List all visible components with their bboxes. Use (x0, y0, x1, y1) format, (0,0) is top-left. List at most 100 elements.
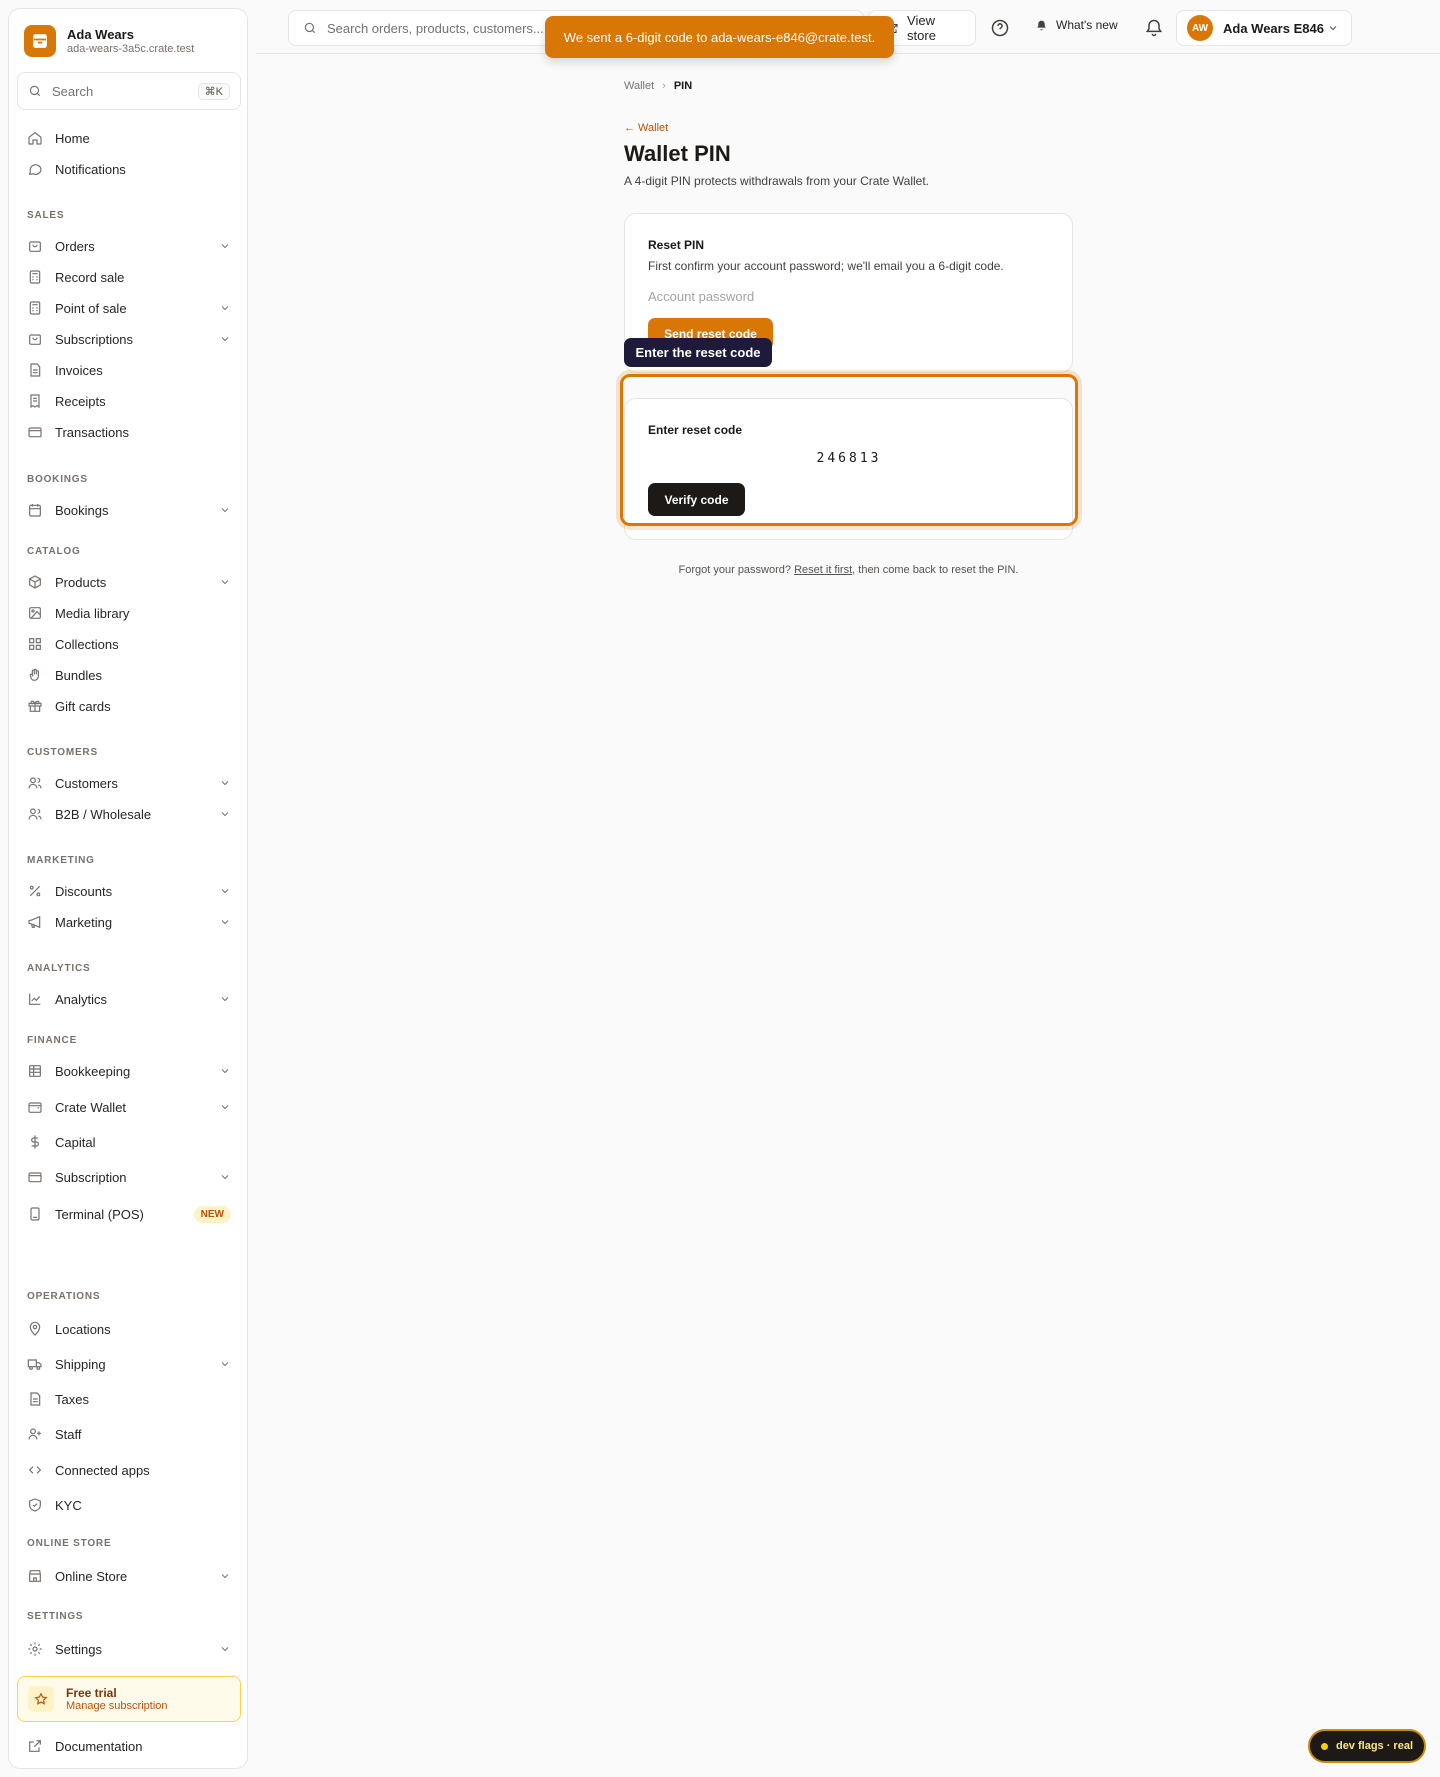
sidebar-item-marketing[interactable]: Marketing (17, 907, 241, 937)
chevron-down-icon (221, 1175, 229, 1180)
chevron-down-icon (221, 1105, 229, 1110)
sidebar-item-bookkeeping[interactable]: Bookkeeping (17, 1056, 241, 1086)
reset-password-link[interactable]: Reset it first (794, 564, 852, 576)
sidebar-item-bookings[interactable]: Bookings (17, 495, 241, 525)
help-icon[interactable] (990, 18, 1010, 38)
sidebar-item-locations[interactable]: Locations (17, 1314, 241, 1344)
sidebar-item-kyc[interactable]: KYC (17, 1490, 241, 1520)
account-menu[interactable]: AW Ada Wears E846 (1176, 10, 1352, 46)
chevron-down-icon (221, 508, 229, 513)
search-shortcut: ⌘K (197, 82, 230, 100)
sidebar-item-point-of-sale[interactable]: Point of sale (17, 293, 241, 323)
search-icon (29, 85, 41, 97)
credit-card-icon (28, 427, 42, 438)
sidebar-item-receipts[interactable]: Receipts (17, 386, 241, 416)
sidebar-item-shipping[interactable]: Shipping (17, 1349, 241, 1379)
chevron-down-icon (221, 1647, 229, 1652)
storefront-icon (29, 1570, 41, 1582)
chevron-down-icon (221, 781, 229, 786)
manage-subscription-link[interactable]: Manage subscription (66, 1700, 168, 1713)
sidebar-item-orders[interactable]: Orders (17, 231, 241, 261)
reset-pin-description: First confirm your account password; we'… (648, 259, 1004, 273)
store-logo-icon (24, 25, 56, 57)
section-sales: SALES (27, 210, 65, 221)
forgot-password-note: Forgot your password? Reset it first, th… (678, 564, 1019, 576)
dev-flags-pill[interactable]: dev flags · real (1308, 1729, 1426, 1763)
search-icon (304, 22, 316, 34)
external-link-icon (29, 1740, 41, 1752)
sidebar-item-customers[interactable]: Customers (17, 768, 241, 798)
back-to-wallet-link[interactable]: ← Wallet (624, 122, 668, 134)
breadcrumb: Wallet › PIN (624, 80, 692, 92)
section-bookings: BOOKINGS (27, 474, 88, 485)
grid-icon (29, 638, 41, 650)
section-catalog: CATALOG (27, 546, 81, 557)
bell-filled-icon (1037, 20, 1046, 30)
status-dot-icon (1320, 1742, 1328, 1750)
sidebar-item-notifications[interactable]: Notifications (17, 154, 241, 184)
account-password-field[interactable] (648, 285, 1048, 307)
sidebar-item-bundles[interactable]: Bundles (17, 660, 241, 690)
sidebar-item-terminal[interactable]: Terminal (POS) NEW (17, 1199, 241, 1229)
shopping-bag-icon (29, 241, 41, 252)
percent-icon (29, 885, 41, 897)
sidebar-item-taxes[interactable]: Taxes (17, 1384, 241, 1414)
sidebar-item-invoices[interactable]: Invoices (17, 355, 241, 385)
dollar-icon (31, 1135, 39, 1149)
store-domain: ada-wears-3a5c.crate.test (67, 42, 195, 55)
sidebar-item-home[interactable]: Home (17, 123, 241, 153)
gear-icon (28, 1642, 42, 1656)
free-trial-title: Free trial (66, 1685, 117, 1700)
avatar: AW (1187, 15, 1213, 41)
dev-flags-label: dev flags · real (1335, 1740, 1414, 1752)
sidebar-item-online-store[interactable]: Online Store (17, 1561, 241, 1591)
breadcrumb-current: PIN (673, 80, 693, 92)
wallet-icon (28, 1102, 42, 1113)
chevron-down-icon (221, 306, 229, 311)
sidebar-item-b2b[interactable]: B2B / Wholesale (17, 799, 241, 829)
coachmark-highlight (620, 374, 1078, 526)
sidebar-item-collections[interactable]: Collections (17, 629, 241, 659)
sidebar-item-products[interactable]: Products (17, 567, 241, 597)
sidebar-item-gift-cards[interactable]: Gift cards (17, 691, 241, 721)
star-icon (28, 1686, 54, 1712)
chevron-down-icon (221, 337, 229, 342)
megaphone-icon (28, 915, 41, 929)
sidebar-item-settings[interactable]: Settings (17, 1634, 241, 1664)
chevron-down-icon (221, 1574, 229, 1579)
chevron-down-icon (1329, 26, 1337, 31)
chevron-down-icon (221, 580, 229, 585)
store-switcher[interactable]: Ada Wears ada-wears-3a5c.crate.test (24, 25, 194, 57)
breadcrumb-wallet[interactable]: Wallet (624, 80, 654, 92)
box-icon (29, 575, 41, 589)
chevron-down-icon (221, 889, 229, 894)
users-icon (28, 777, 42, 789)
sidebar-item-subscription[interactable]: Subscription (17, 1162, 241, 1192)
chevron-down-icon (221, 1362, 229, 1367)
sidebar-item-capital[interactable]: Capital (17, 1127, 241, 1157)
free-trial-card[interactable]: Free trial Manage subscription (17, 1676, 241, 1722)
chevron-down-icon (221, 812, 229, 817)
sidebar-item-media-library[interactable]: Media library (17, 598, 241, 628)
sidebar-search-label: Search (52, 83, 94, 99)
section-finance: FINANCE (27, 1035, 78, 1046)
sidebar-item-documentation[interactable]: Documentation (17, 1731, 241, 1761)
sidebar-item-crate-wallet[interactable]: Crate Wallet (17, 1092, 241, 1122)
sidebar-item-discounts[interactable]: Discounts (17, 876, 241, 906)
sidebar-item-subscriptions[interactable]: Subscriptions (17, 324, 241, 354)
whats-new-button[interactable]: What's new (1035, 18, 1118, 32)
hand-icon (29, 668, 39, 681)
sidebar-item-connected-apps[interactable]: Connected apps (17, 1455, 241, 1485)
notifications-bell-icon[interactable] (1144, 18, 1164, 38)
chevron-down-icon (221, 244, 229, 249)
shield-check-icon (29, 1498, 41, 1512)
sidebar-item-record-sale[interactable]: Record sale (17, 262, 241, 292)
new-badge: NEW (193, 1205, 231, 1223)
page-description: A 4-digit PIN protects withdrawals from … (624, 174, 929, 188)
sidebar-item-analytics[interactable]: Analytics (17, 984, 241, 1014)
sidebar-item-transactions[interactable]: Transactions (17, 417, 241, 447)
sidebar-item-staff[interactable]: Staff (17, 1419, 241, 1449)
chat-bubble-icon (28, 164, 42, 176)
section-analytics: ANALYTICS (27, 963, 91, 974)
sidebar-search[interactable]: Search ⌘K (17, 72, 241, 110)
